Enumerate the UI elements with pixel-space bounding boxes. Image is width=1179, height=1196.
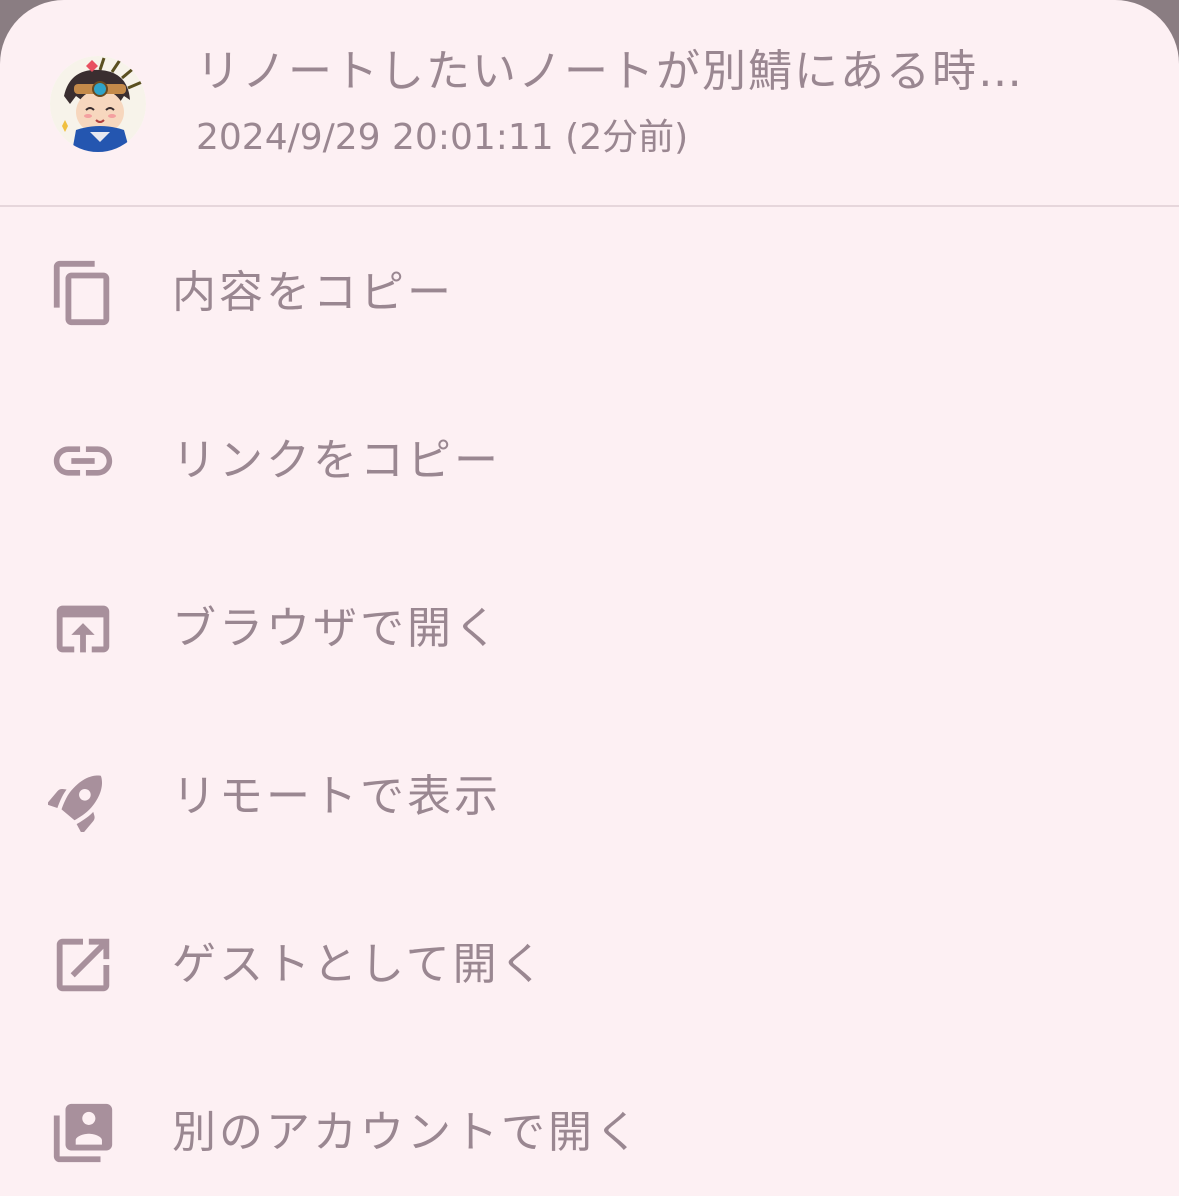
menu-item-copy-content[interactable]: 内容をコピー — [0, 209, 1179, 377]
account-box-icon — [48, 1098, 118, 1168]
note-timestamp: 2024/9/29 20:01:11 (2分前) — [196, 117, 689, 158]
menu-item-label: 別のアカウントで開く — [172, 1107, 642, 1158]
avatar — [50, 56, 146, 152]
menu-item-open-as-guest[interactable]: ゲストとして開く — [0, 881, 1179, 1049]
rocket-icon — [48, 762, 118, 832]
menu-item-label: 内容をコピー — [172, 267, 454, 318]
open-in-new-icon — [48, 930, 118, 1000]
menu-item-open-in-browser[interactable]: ブラウザで開く — [0, 545, 1179, 713]
menu-item-label: リンクをコピー — [172, 435, 501, 486]
menu-item-copy-link[interactable]: リンクをコピー — [0, 377, 1179, 545]
link-icon — [48, 426, 118, 496]
open-in-browser-icon — [48, 594, 118, 664]
bottom-sheet: リノートしたいノートが別鯖にある時… 2024/9/29 20:01:11 (2… — [0, 0, 1179, 1196]
menu-item-label: ゲストとして開く — [172, 939, 547, 990]
menu-item-label: リモートで表示 — [172, 771, 501, 822]
note-header: リノートしたいノートが別鯖にある時… 2024/9/29 20:01:11 (2… — [0, 0, 1179, 207]
note-title: リノートしたいノートが別鯖にある時… — [196, 46, 1024, 97]
menu-item-open-other-account[interactable]: 別のアカウントで開く — [0, 1049, 1179, 1196]
menu-item-label: ブラウザで開く — [172, 603, 501, 654]
menu-item-show-remote[interactable]: リモートで表示 — [0, 713, 1179, 881]
copy-icon — [48, 258, 118, 328]
